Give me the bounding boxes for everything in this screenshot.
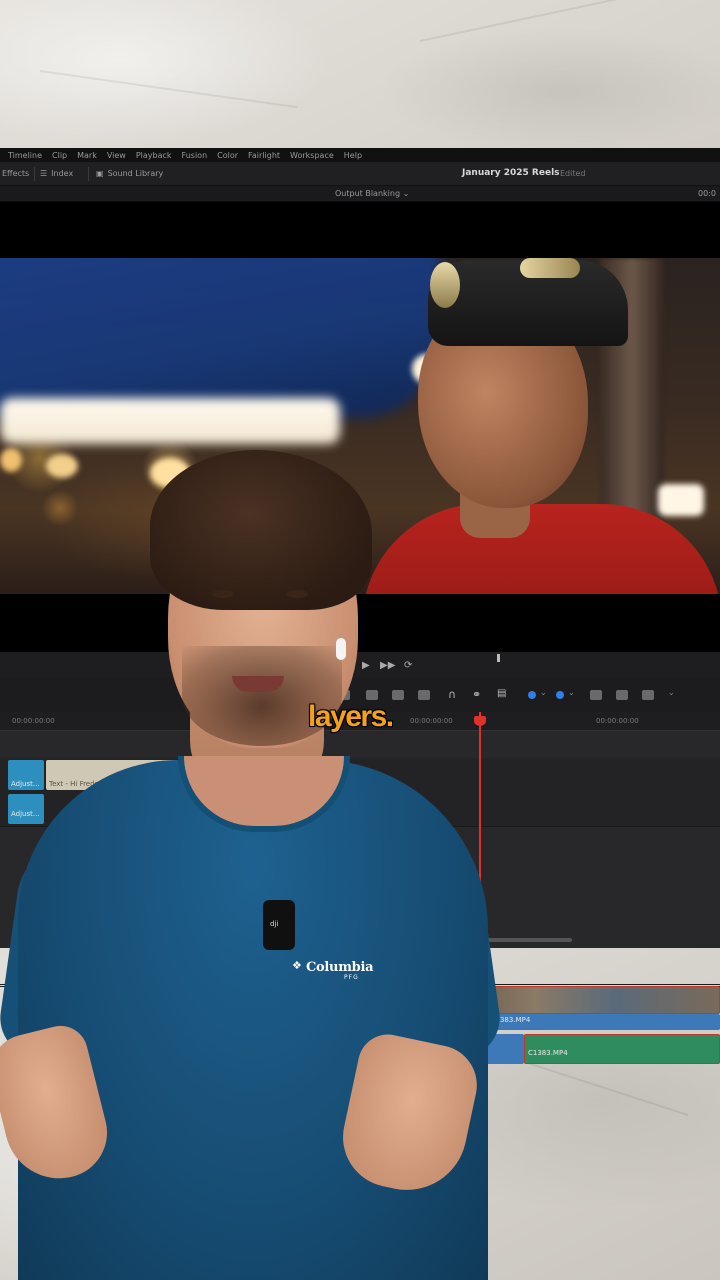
presenter-eye: [286, 590, 308, 598]
caption-text: layers.: [308, 700, 394, 733]
blue-awning: [0, 258, 440, 418]
index-label: Index: [51, 169, 74, 178]
sound-library-label: Sound Library: [107, 169, 164, 178]
marker-icon[interactable]: [556, 691, 564, 699]
top-toolbar: Effects ☰ Index ▣ Sound Library January …: [0, 162, 720, 186]
mic-brand-label: dji: [270, 920, 279, 928]
cap-ornament: [520, 258, 580, 278]
pole-light: [658, 484, 704, 516]
chevron-down-icon[interactable]: ⌄: [540, 688, 547, 697]
viewer-header: Output Blanking ⌄ 00:0: [0, 186, 720, 202]
chevron-down-icon[interactable]: ⌄: [668, 688, 675, 697]
shirt-brand: Columbia: [306, 960, 374, 975]
clip-label: C1383.MP4: [528, 1049, 568, 1057]
menu-clip[interactable]: Clip: [52, 151, 67, 160]
presenter-hair: [150, 450, 372, 610]
viewer-timecode: 00:0: [698, 189, 716, 198]
menu-timeline[interactable]: Timeline: [8, 151, 42, 160]
toolbar-divider: [34, 167, 35, 181]
chevron-down-icon: ⌄: [402, 189, 410, 198]
menu-color[interactable]: Color: [217, 151, 238, 160]
presenter-eye: [212, 590, 234, 598]
index-button[interactable]: ☰ Index: [40, 169, 73, 178]
index-icon: ☰: [40, 169, 48, 178]
zoom-detail-icon[interactable]: [616, 690, 628, 700]
lavalier-mic: [263, 900, 295, 950]
effects-label: Effects: [2, 169, 30, 178]
menu-fusion[interactable]: Fusion: [182, 151, 208, 160]
menu-bar: Timeline Clip Mark View Playback Fusion …: [0, 148, 720, 162]
menu-playback[interactable]: Playback: [136, 151, 172, 160]
viewer-title[interactable]: Output Blanking ⌄: [335, 189, 409, 198]
zoom-full-icon[interactable]: [590, 690, 602, 700]
sound-library-button[interactable]: ▣ Sound Library: [96, 169, 163, 178]
audio-clip[interactable]: C1383.MP4: [524, 1034, 720, 1064]
project-state: Edited: [560, 169, 586, 178]
chevron-down-icon[interactable]: ⌄: [568, 688, 575, 697]
presenter-shirt: [18, 760, 488, 1280]
shirt-brand-sub: PFG: [344, 974, 359, 981]
columbia-logo-icon: ❖: [292, 959, 302, 972]
project-title: January 2025 Reels: [462, 168, 560, 178]
effects-button[interactable]: Effects: [2, 169, 29, 178]
menu-fairlight[interactable]: Fairlight: [248, 151, 280, 160]
video-clip[interactable]: ◆ C1383.MP4: [480, 1014, 720, 1030]
zoom-custom-icon[interactable]: [642, 690, 654, 700]
earbud: [336, 638, 346, 660]
presenter: dji ❖ Columbia PFG: [0, 440, 505, 1280]
menu-help[interactable]: Help: [344, 151, 362, 160]
presenter-mouth: [232, 676, 284, 692]
menu-workspace[interactable]: Workspace: [290, 151, 334, 160]
toolbar-divider: [88, 167, 89, 181]
flag-icon[interactable]: [528, 691, 536, 699]
ruler-timecode: 00:00:00:00: [596, 717, 639, 725]
sound-library-icon: ▣: [96, 169, 104, 178]
menu-mark[interactable]: Mark: [77, 151, 97, 160]
viewer-title-text: Output Blanking: [335, 189, 401, 198]
menu-view[interactable]: View: [107, 151, 126, 160]
light-bar: [0, 398, 340, 444]
cap-ornament: [430, 262, 460, 308]
